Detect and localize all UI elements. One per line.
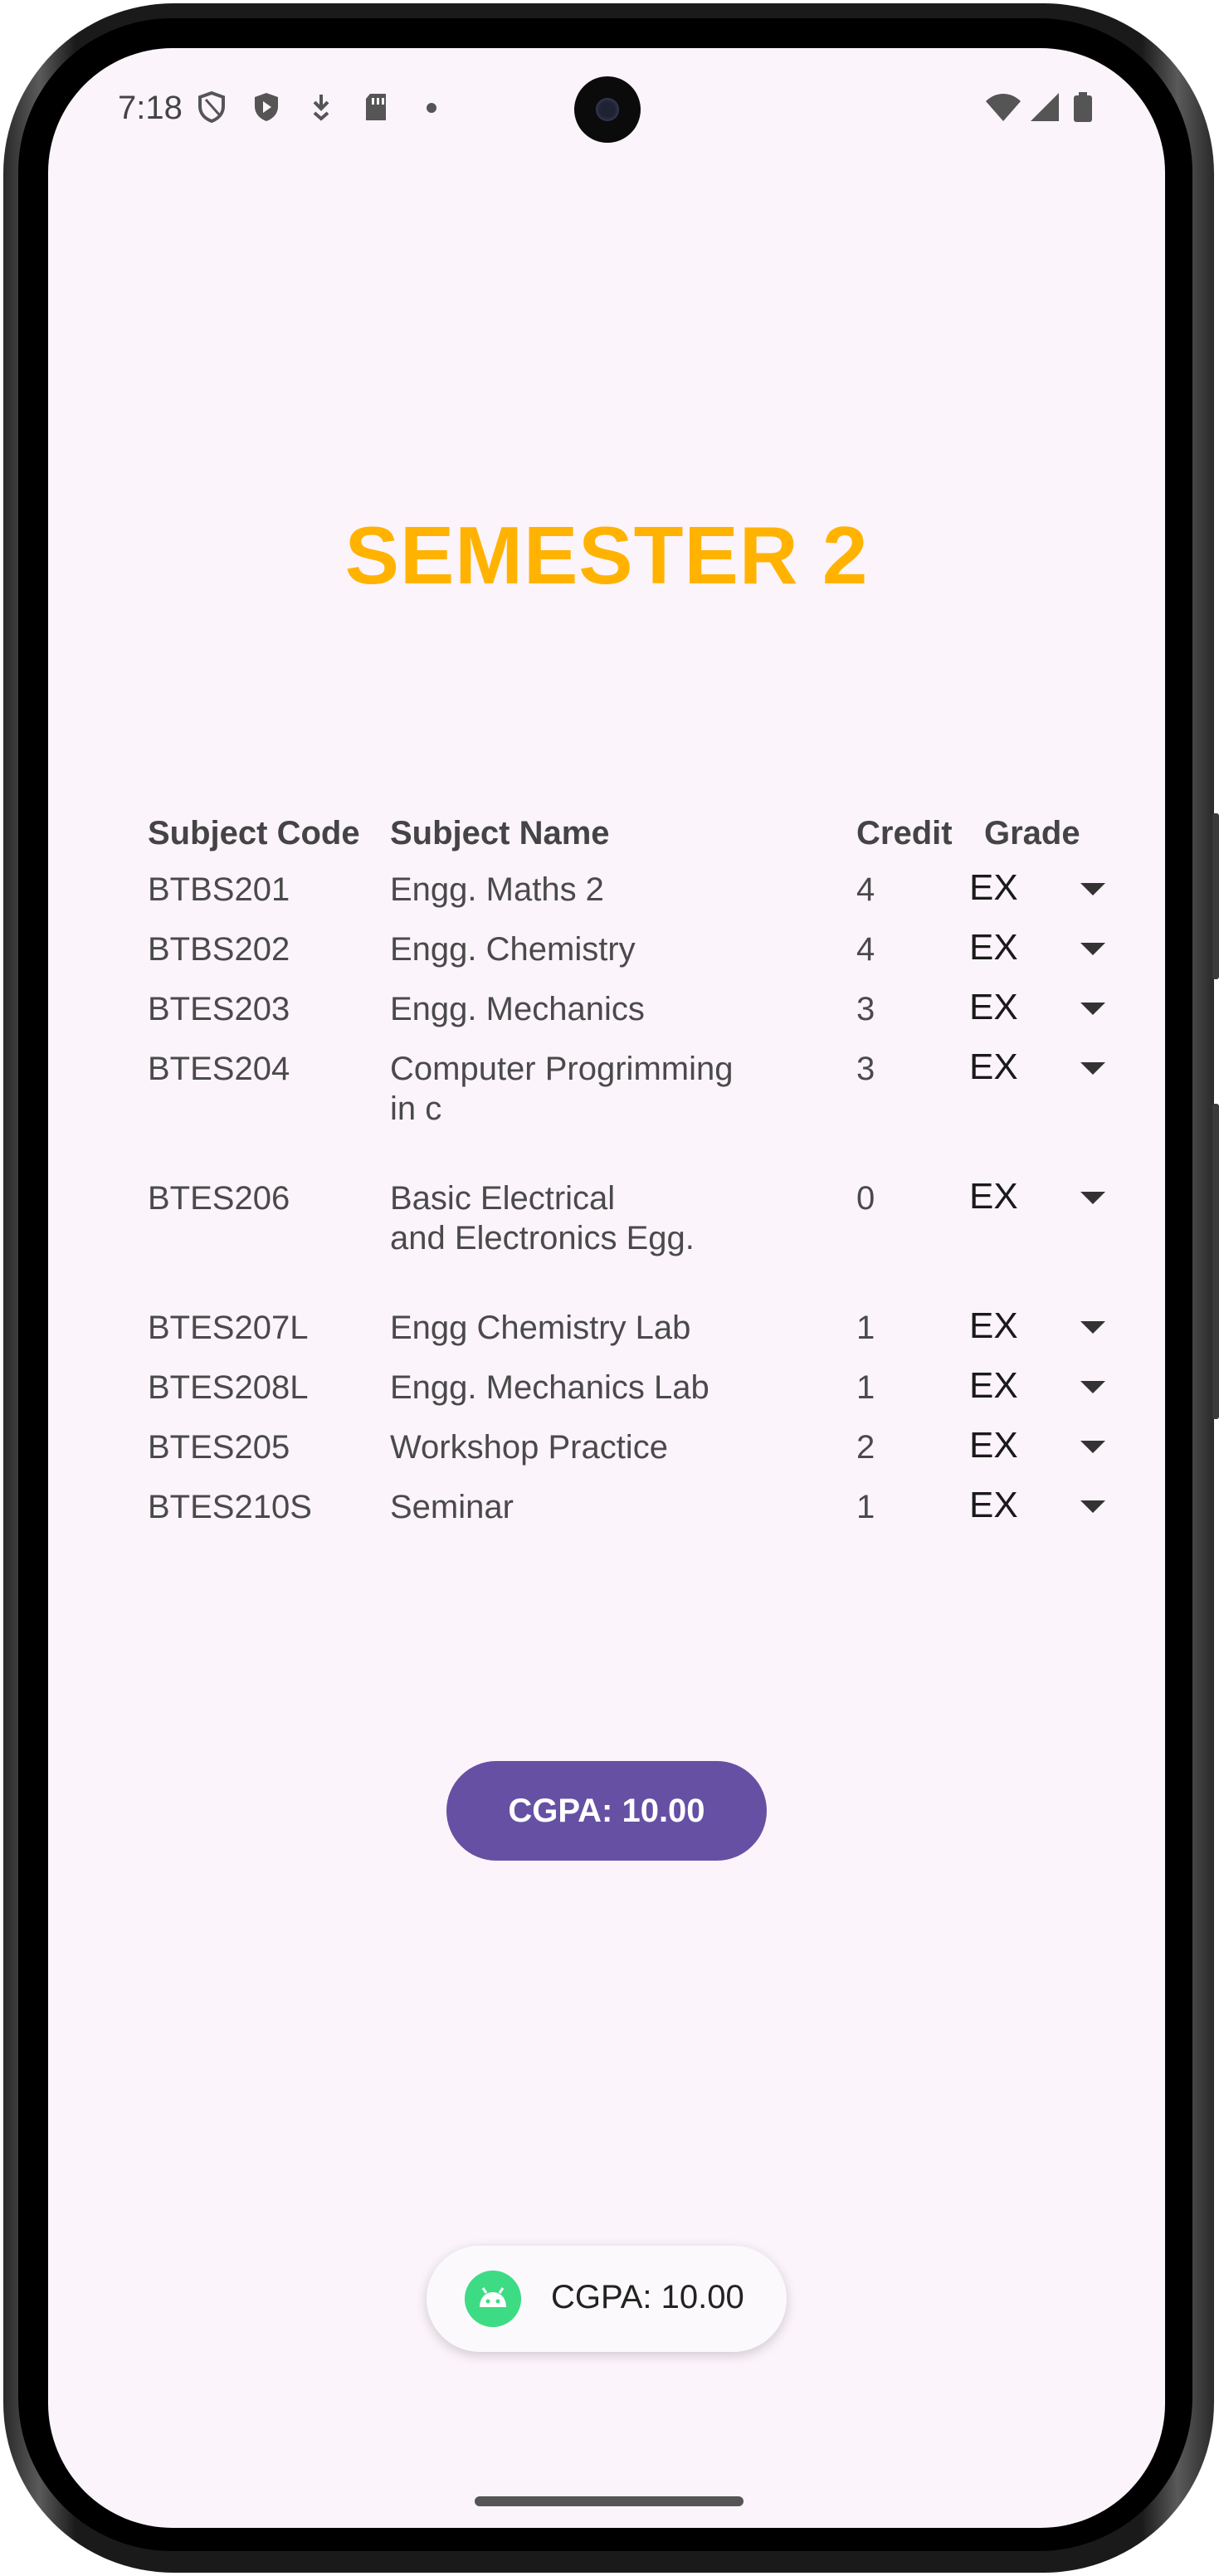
credit-value: 3	[856, 1051, 875, 1087]
credit-value: 4	[856, 871, 875, 908]
grade-selected-value: EX	[969, 1176, 1018, 1217]
battery-icon	[1074, 92, 1092, 122]
dropdown-arrow-icon	[1080, 1062, 1105, 1075]
grade-dropdown[interactable]: EX	[969, 1046, 1105, 1092]
dropdown-arrow-icon	[1080, 1192, 1105, 1204]
subject-name: Seminar	[390, 1489, 514, 1525]
header-grade: Grade	[984, 815, 1080, 851]
toast-message: CGPA: 10.00	[427, 2246, 787, 2352]
grade-selected-value: EX	[969, 1046, 1018, 1087]
power-button	[1212, 1104, 1219, 1419]
shield-outline-icon	[198, 91, 225, 123]
cgpa-button[interactable]: CGPA: 10.00	[446, 1761, 767, 1861]
subject-code: BTBS202	[148, 931, 290, 968]
download-icon	[313, 95, 329, 121]
subject-name: Engg. Maths 2	[390, 871, 604, 908]
grade-selected-value: EX	[969, 1365, 1018, 1406]
header-subject-code: Subject Code	[148, 815, 360, 851]
subject-name: Workshop Practice	[390, 1429, 668, 1466]
header-subject-name: Subject Name	[390, 815, 610, 851]
dropdown-arrow-icon	[1080, 943, 1105, 955]
grade-dropdown[interactable]: EX	[969, 1424, 1105, 1471]
grade-selected-value: EX	[969, 987, 1018, 1027]
subject-code: BTES204	[148, 1051, 290, 1087]
status-bar: 7:18	[48, 48, 1165, 148]
subject-name: Engg. Chemistry	[390, 931, 636, 968]
shield-play-icon	[255, 93, 278, 121]
phone-device: 7:18 SEMESTER 2 Subject Code Subject Nam…	[0, 0, 1219, 2576]
grade-dropdown[interactable]: EX	[969, 1305, 1105, 1351]
grade-dropdown[interactable]: EX	[969, 1484, 1105, 1530]
subject-code: BTES208L	[148, 1369, 309, 1406]
app-screen: 7:18 SEMESTER 2 Subject Code Subject Nam…	[48, 48, 1165, 2528]
grade-dropdown[interactable]: EX	[969, 866, 1105, 913]
grade-dropdown[interactable]: EX	[969, 926, 1105, 973]
credit-value: 1	[856, 1369, 875, 1406]
sd-card-icon	[366, 94, 386, 120]
subject-code: BTES210S	[148, 1489, 312, 1525]
subject-name: Engg. Mechanics Lab	[390, 1369, 709, 1406]
page-title: SEMESTER 2	[344, 510, 869, 601]
grade-selected-value: EX	[969, 867, 1018, 908]
notification-dot-icon	[427, 103, 436, 113]
grade-selected-value: EX	[969, 1305, 1018, 1346]
grade-selected-value: EX	[969, 1485, 1018, 1525]
cellular-signal-icon	[1031, 93, 1059, 121]
credit-value: 4	[856, 931, 875, 968]
dropdown-arrow-icon	[1080, 883, 1105, 895]
front-camera	[574, 76, 641, 143]
dropdown-arrow-icon	[1080, 1321, 1105, 1334]
header-credit: Credit	[856, 815, 953, 851]
dropdown-arrow-icon	[1080, 1441, 1105, 1453]
grade-dropdown[interactable]: EX	[969, 986, 1105, 1032]
credit-value: 2	[856, 1429, 875, 1466]
toast-text: CGPA: 10.00	[551, 2279, 744, 2315]
grade-selected-value: EX	[969, 927, 1018, 968]
credit-value: 0	[856, 1180, 875, 1217]
grade-dropdown[interactable]: EX	[969, 1364, 1105, 1411]
subject-code: BTES207L	[148, 1310, 309, 1346]
dropdown-arrow-icon	[1080, 1003, 1105, 1015]
dropdown-arrow-icon	[1080, 1500, 1105, 1513]
grade-dropdown[interactable]: EX	[969, 1175, 1105, 1222]
credit-value: 3	[856, 991, 875, 1027]
subject-code: BTES205	[148, 1429, 290, 1466]
subject-name: Basic Electrical and Electronics Egg.	[390, 1180, 695, 1256]
subject-code: BTES206	[148, 1180, 290, 1217]
volume-button	[1212, 813, 1219, 979]
grade-selected-value: EX	[969, 1425, 1018, 1466]
subject-name: Engg Chemistry Lab	[390, 1310, 691, 1346]
subject-name: Engg. Mechanics	[390, 991, 645, 1027]
subject-code: BTES203	[148, 991, 290, 1027]
status-time: 7:18	[118, 90, 183, 126]
credit-value: 1	[856, 1489, 875, 1525]
android-icon	[465, 2271, 521, 2327]
subject-code: BTBS201	[148, 871, 290, 908]
home-indicator[interactable]	[475, 2496, 744, 2506]
wifi-icon	[986, 94, 1021, 121]
subject-name: Computer Progrimming in c	[390, 1051, 734, 1127]
dropdown-arrow-icon	[1080, 1381, 1105, 1393]
credit-value: 1	[856, 1310, 875, 1346]
